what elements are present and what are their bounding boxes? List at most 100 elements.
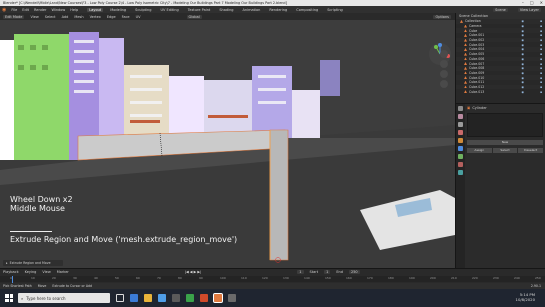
render-camera-icon[interactable]: ▪ xyxy=(540,80,542,84)
minimize-button[interactable]: – xyxy=(522,0,524,5)
mode-dropdown[interactable]: Edit Mode xyxy=(3,14,25,19)
visibility-eye-icon[interactable]: ◉ xyxy=(521,29,524,33)
render-camera-icon[interactable]: ▪ xyxy=(540,76,542,80)
output-tab-icon[interactable] xyxy=(458,122,463,127)
visibility-eye-icon[interactable]: ◉ xyxy=(521,24,524,28)
render-camera-icon[interactable]: ▪ xyxy=(540,19,542,23)
tool-tab-icon[interactable] xyxy=(458,106,463,111)
render-camera-icon[interactable]: ▪ xyxy=(540,71,542,75)
start-frame-field[interactable]: 1 xyxy=(324,270,331,274)
render-camera-icon[interactable]: ▪ xyxy=(540,85,542,89)
render-tab-icon[interactable] xyxy=(458,114,463,119)
deselect-button[interactable]: Deselect xyxy=(518,148,544,153)
camera-view-icon[interactable] xyxy=(440,70,448,78)
file-explorer-icon[interactable] xyxy=(144,294,152,302)
visibility-eye-icon[interactable]: ◉ xyxy=(521,33,524,37)
close-button[interactable]: ✕ xyxy=(540,0,543,5)
render-camera-icon[interactable]: ▪ xyxy=(540,52,542,56)
menu-help[interactable]: Help xyxy=(70,8,78,12)
object-tab-icon[interactable] xyxy=(458,138,463,143)
select-button[interactable]: Select xyxy=(492,148,518,153)
viewport-menu-face[interactable]: Face xyxy=(122,15,130,19)
visibility-eye-icon[interactable]: ◉ xyxy=(521,90,524,94)
timeline-ruler[interactable]: 0 10 20 30 40 50 60 70 80 90 100 110 120 130 140 150 160… xyxy=(0,276,545,282)
windows-start-icon[interactable] xyxy=(5,294,13,302)
tab-sculpting[interactable]: Sculpting xyxy=(133,8,153,12)
visibility-eye-icon[interactable]: ◉ xyxy=(521,80,524,84)
modifier-tab-icon[interactable] xyxy=(458,146,463,151)
viewport-menu-mesh[interactable]: Mesh xyxy=(74,15,83,19)
new-material-button[interactable]: New xyxy=(467,140,543,145)
view-layer-selector[interactable]: View Layer xyxy=(517,7,541,12)
options-dropdown[interactable]: Options xyxy=(433,14,451,19)
tab-shading[interactable]: Shading xyxy=(217,8,235,12)
current-frame-field[interactable]: 1 xyxy=(297,270,304,274)
viewport-menu-add[interactable]: Add xyxy=(62,15,69,19)
render-camera-icon[interactable]: ▪ xyxy=(540,62,542,66)
3d-viewport[interactable] xyxy=(0,20,455,268)
visibility-eye-icon[interactable]: ◉ xyxy=(521,52,524,56)
render-camera-icon[interactable]: ▪ xyxy=(540,29,542,33)
visibility-eye-icon[interactable]: ◉ xyxy=(521,76,524,80)
transform-orientation-dropdown[interactable]: Global xyxy=(186,14,202,19)
app-green-icon[interactable] xyxy=(186,294,194,302)
viewport-menu-view[interactable]: View xyxy=(30,15,38,19)
viewport-menu-vertex[interactable]: Vertex xyxy=(90,15,101,19)
timeline-view-menu[interactable]: View xyxy=(42,270,50,274)
visibility-eye-icon[interactable]: ◉ xyxy=(521,85,524,89)
menu-file[interactable]: File xyxy=(11,8,17,12)
menu-render[interactable]: Render xyxy=(34,8,46,12)
task-view-icon[interactable] xyxy=(116,294,124,302)
timeline-marker-menu[interactable]: Marker xyxy=(57,270,69,274)
render-camera-icon[interactable]: ▪ xyxy=(540,33,542,37)
viewport-menu-uv[interactable]: UV xyxy=(136,15,141,19)
texture-tab-icon[interactable] xyxy=(458,170,463,175)
tab-scripting[interactable]: Scripting xyxy=(325,8,345,12)
visibility-eye-icon[interactable]: ◉ xyxy=(521,47,524,51)
tab-modeling[interactable]: Modeling xyxy=(108,8,128,12)
tab-rendering[interactable]: Rendering xyxy=(267,8,289,12)
menu-edit[interactable]: Edit xyxy=(22,8,29,12)
edge-browser-icon[interactable] xyxy=(130,294,138,302)
tab-texture-paint[interactable]: Texture Paint xyxy=(186,8,213,12)
render-camera-icon[interactable]: ▪ xyxy=(540,47,542,51)
render-camera-icon[interactable]: ▪ xyxy=(540,66,542,70)
assign-button[interactable]: Assign xyxy=(467,148,492,153)
timeline-playback-menu[interactable]: Playback xyxy=(3,270,19,274)
zoom-icon[interactable] xyxy=(440,50,448,58)
app-red-icon[interactable] xyxy=(200,294,208,302)
mesh-data-tab-icon[interactable] xyxy=(458,154,463,159)
taskbar-search-input[interactable]: ⌕ Type here to search xyxy=(18,293,110,303)
visibility-eye-icon[interactable]: ◉ xyxy=(521,38,524,42)
material-tab-icon[interactable] xyxy=(458,162,463,167)
perspective-grid-icon[interactable] xyxy=(440,80,448,88)
scene-tab-icon[interactable] xyxy=(458,130,463,135)
end-frame-field[interactable]: 250 xyxy=(348,270,360,274)
render-camera-icon[interactable]: ▪ xyxy=(540,57,542,61)
tab-layout[interactable]: Layout xyxy=(87,7,104,12)
menu-window[interactable]: Window xyxy=(51,8,65,12)
taskbar-clock[interactable]: 5:14 PM 10/8/2020 xyxy=(516,292,535,302)
visibility-eye-icon[interactable]: ◉ xyxy=(521,71,524,75)
tab-uv-editing[interactable]: UV Editing xyxy=(158,8,180,12)
maximize-button[interactable]: □ xyxy=(530,0,534,5)
app-gray-icon[interactable] xyxy=(228,294,236,302)
app-icon[interactable] xyxy=(172,294,180,302)
scene-selector[interactable]: Scene xyxy=(493,7,508,12)
render-camera-icon[interactable]: ▪ xyxy=(540,90,542,94)
last-operation-panel[interactable]: ▸ Extrude Region and Move xyxy=(3,260,63,266)
render-camera-icon[interactable]: ▪ xyxy=(540,24,542,28)
blender-logo-icon[interactable]: ◉ xyxy=(2,7,6,13)
play-controls-icon[interactable]: |◀ ◀ ▶ ▶| xyxy=(185,270,201,274)
render-camera-icon[interactable]: ▪ xyxy=(540,38,542,42)
visibility-eye-icon[interactable]: ◉ xyxy=(521,19,524,23)
tab-compositing[interactable]: Compositing xyxy=(294,8,320,12)
timeline-keying-menu[interactable]: Keying xyxy=(25,270,37,274)
visibility-eye-icon[interactable]: ◉ xyxy=(521,57,524,61)
store-icon[interactable] xyxy=(158,294,166,302)
viewport-menu-edge[interactable]: Edge xyxy=(107,15,116,19)
visibility-eye-icon[interactable]: ◉ xyxy=(521,66,524,70)
pan-hand-icon[interactable] xyxy=(440,60,448,68)
render-camera-icon[interactable]: ▪ xyxy=(540,43,542,47)
blender-taskbar-icon[interactable] xyxy=(213,293,223,303)
